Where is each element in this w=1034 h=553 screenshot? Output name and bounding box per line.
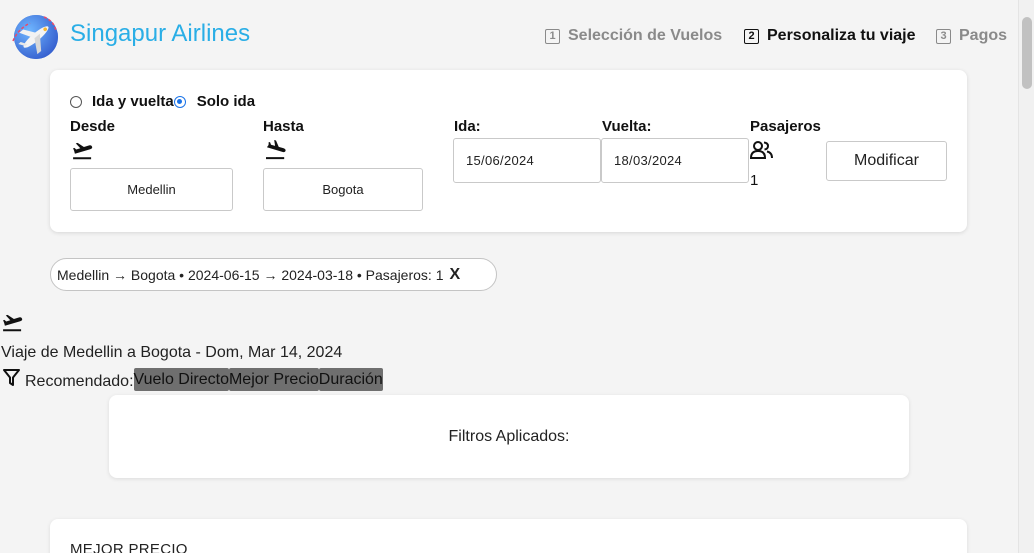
trip-title: Viaje de Medellin a Bogota - Dom, Mar 14…	[1, 344, 343, 361]
arrival-plane-icon	[266, 140, 286, 160]
step-label: Pagos	[959, 27, 1008, 44]
step-label: Selección de Vuelos	[568, 27, 723, 44]
passengers-label: Pasajeros	[750, 118, 821, 135]
return-date-label: Vuelta:	[602, 118, 652, 135]
close-icon[interactable]: X	[449, 266, 460, 284]
filter-tag-best-price[interactable]: Mejor Precio	[228, 368, 319, 391]
airline-logo	[12, 15, 58, 59]
trip-type-selector: Ida y vuelta Solo ida	[70, 93, 255, 110]
from-field[interactable]: Medellin	[70, 168, 233, 211]
brand-name: Singapur Airlines	[70, 20, 251, 47]
to-label: Hasta	[263, 118, 304, 135]
round-trip-radio[interactable]	[70, 95, 82, 108]
to-field[interactable]: Bogota	[263, 168, 423, 211]
round-trip-label[interactable]: Ida y vuelta	[92, 93, 174, 110]
filter-icon[interactable]	[3, 369, 20, 387]
one-way-radio[interactable]	[173, 95, 186, 108]
applied-filters-label: Filtros Aplicados:	[448, 427, 570, 445]
search-summary-text: Medellin → Bogota • 2024-06-15 → 2024-03…	[57, 266, 444, 283]
return-date-input[interactable]: 18/03/2024	[601, 138, 749, 183]
depart-date-input[interactable]: 15/06/2024	[453, 138, 601, 183]
departure-plane-icon	[73, 142, 93, 160]
filter-tag-direct[interactable]: Vuelo Directo	[133, 368, 229, 391]
applied-filters-card: Filtros Aplicados:	[109, 395, 909, 478]
passengers-count[interactable]: 1	[750, 172, 758, 189]
result-header: MEJOR PRECIO	[70, 541, 188, 553]
passengers-icon	[750, 141, 773, 159]
modify-button[interactable]: Modificar	[826, 141, 947, 181]
step-number-icon: 1	[545, 28, 560, 44]
scrollbar-thumb[interactable]	[1022, 17, 1032, 89]
departure-plane-icon	[3, 314, 23, 332]
step-flight-selection[interactable]: 1 Selección de Vuelos	[545, 27, 722, 45]
step-number-icon: 3	[936, 28, 951, 44]
page-scrollbar[interactable]	[1018, 0, 1034, 553]
step-customize-trip[interactable]: 2 Personaliza tu viaje	[744, 27, 916, 45]
depart-date-label: Ida:	[454, 118, 481, 135]
step-number-icon: 2	[744, 28, 759, 44]
filter-tag-duration[interactable]: Duración	[318, 368, 383, 391]
search-summary-chip[interactable]: Medellin → Bogota • 2024-06-15 → 2024-03…	[50, 258, 497, 291]
recommended-label: Recomendado:	[25, 373, 134, 390]
from-label: Desde	[70, 118, 116, 135]
step-payments[interactable]: 3 Pagos	[936, 27, 1007, 45]
one-way-label[interactable]: Solo ida	[197, 93, 255, 110]
recommended-filters: Recomendado: Vuelo Directo Mejor Precio …	[3, 368, 383, 391]
result-card-best-price: MEJOR PRECIO	[50, 519, 967, 553]
step-label: Personaliza tu viaje	[767, 27, 916, 44]
